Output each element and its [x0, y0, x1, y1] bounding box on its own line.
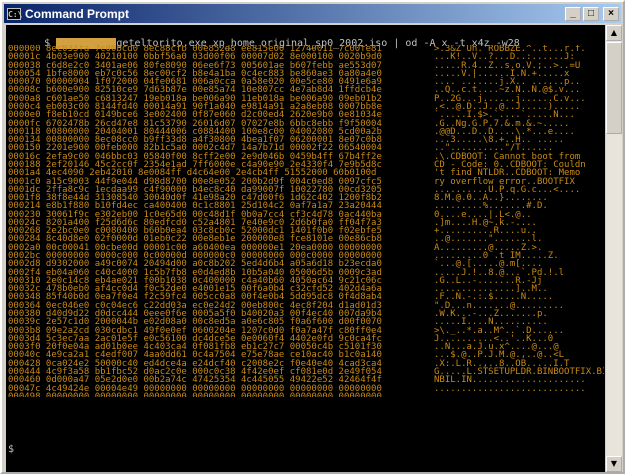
maximize-button[interactable]: □ [583, 6, 599, 21]
ascii-dump: >.3&Z'Uh.'ROBBZE.^..t...r.f. ...K!..V..?.… [434, 45, 604, 397]
vertical-scrollbar[interactable]: ▲ ▼ [606, 25, 622, 472]
minimize-button[interactable]: _ [565, 6, 581, 21]
scroll-down-arrow-icon[interactable]: ▼ [606, 456, 622, 472]
console-output[interactable]: $ XXXXXXXXXXgeteltorito.exe xp_home_orig… [6, 25, 605, 472]
console-app-icon[interactable]: C:\ [7, 7, 22, 20]
scroll-up-arrow-icon[interactable]: ▲ [606, 25, 622, 41]
title-bar[interactable]: C:\ Command Prompt _ □ × [4, 4, 621, 23]
scrollbar-thumb[interactable] [606, 42, 622, 134]
window-title: Command Prompt [25, 6, 130, 21]
close-button[interactable]: × [603, 6, 619, 21]
ascii-line: ............................ [434, 391, 586, 397]
command-prompt-window: C:\ Command Prompt _ □ × $ XXXXXXXXXXget… [0, 0, 625, 474]
hex-dump: 000000 8ec033fa 7c00bcd0 8ec88cfb 00e852… [8, 45, 428, 397]
hex-line: 000498 00000000 00000000 00000000 000000… [8, 391, 382, 397]
trailing-prompt: $ [8, 444, 15, 455]
